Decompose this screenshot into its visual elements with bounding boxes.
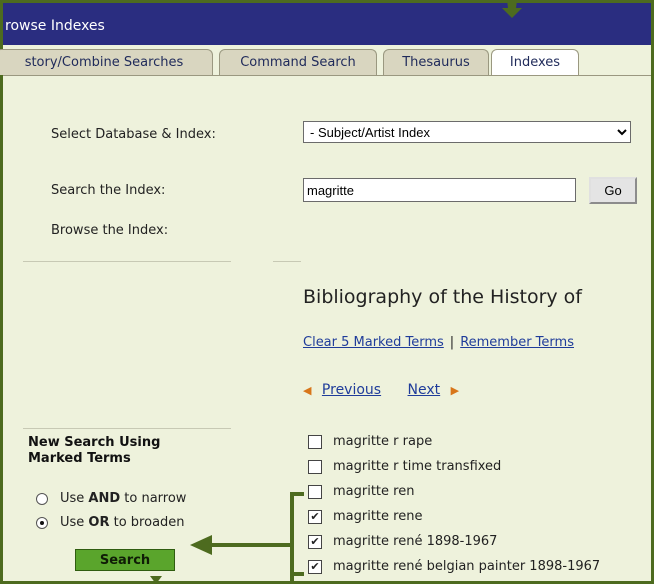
sidebar-divider [23,428,231,429]
term-checkbox[interactable] [308,434,322,449]
pager: ◀ Previous Next ▶ [303,382,459,398]
or-suffix: to broaden [109,515,185,530]
and-radio[interactable] [36,492,48,505]
tab-indexes[interactable]: Indexes [491,49,579,76]
list-item: ✔ magritte rené 1898-1967 [308,529,600,554]
term-checkbox[interactable] [308,484,322,499]
or-keyword: OR [88,515,110,530]
and-option[interactable]: Use AND to narrow [36,491,186,506]
and-suffix: to narrow [120,491,187,506]
database-index-select[interactable]: - Subject/Artist Index [303,121,631,143]
and-prefix: Use [60,491,89,506]
tab-thesaurus[interactable]: Thesaurus [383,49,489,75]
term-checkbox-checked[interactable]: ✔ [308,534,322,549]
window-title: rowse Indexes [5,18,105,34]
list-item: ✔ magritte rené belgian painter 1898-1967 [308,554,600,579]
new-search-heading-line2: Marked Terms [28,451,131,466]
term-checkbox-checked[interactable]: ✔ [308,509,322,524]
remember-terms-link[interactable]: Remember Terms [460,335,574,350]
term-label: magritte r time transfixed [333,459,502,474]
term-actions: Clear 5 Marked Terms | Remember Terms [303,335,574,350]
browse-index-label: Browse the Index: [51,223,169,238]
list-item: magritte ren [308,479,600,504]
middle-divider [273,261,301,262]
tab-history-combine-searches[interactable]: story/Combine Searches [0,49,213,75]
term-checkbox[interactable] [308,459,322,474]
or-radio[interactable] [36,516,48,529]
left-divider [23,261,231,262]
title-bar: rowse Indexes [3,3,651,45]
term-checkbox-checked[interactable]: ✔ [308,559,322,574]
search-index-label: Search the Index: [51,183,166,198]
tab-bar: story/Combine Searches Command Search Th… [0,49,651,76]
previous-link[interactable]: Previous [322,382,381,398]
list-item: magritte r rape [308,429,600,454]
index-search-input[interactable] [303,178,576,202]
term-label: magritte rene [333,509,423,524]
next-arrow-icon: ▶ [450,384,460,397]
tab-divider [3,75,651,76]
new-search-heading-line1: New Search Using [28,435,161,450]
tab-command-search[interactable]: Command Search [219,49,377,75]
browse-indexes-panel: rowse Indexes story/Combine Searches Com… [0,0,654,584]
previous-arrow-icon: ◀ [303,384,312,397]
next-link[interactable]: Next [408,382,441,398]
go-button[interactable]: Go [589,177,637,204]
term-list: magritte r rape magritte r time transfix… [308,429,600,579]
or-option[interactable]: Use OR to broaden [36,515,185,530]
and-keyword: AND [88,491,121,506]
link-separator: | [449,335,455,350]
term-label: magritte rené 1898-1967 [333,534,498,549]
term-label: magritte ren [333,484,415,499]
list-item: magritte r time transfixed [308,454,600,479]
term-label: magritte r rape [333,434,433,449]
term-label: magritte rené belgian painter 1898-1967 [333,559,601,574]
or-prefix: Use [60,515,89,530]
list-item: ✔ magritte rene [308,504,600,529]
select-database-label: Select Database & Index: [51,127,216,142]
clear-marked-terms-link[interactable]: Clear 5 Marked Terms [303,335,444,350]
database-heading: Bibliography of the History of [303,286,582,308]
search-button[interactable]: Search [75,549,175,571]
new-search-heading: New Search Using Marked Terms [28,435,160,467]
